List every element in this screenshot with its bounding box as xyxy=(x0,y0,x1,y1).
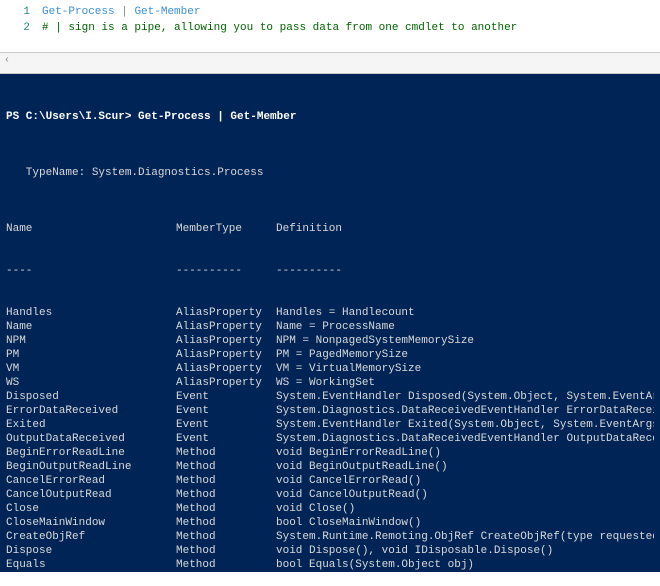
console-prompt: PS C:\Users\I.Scur> Get-Process | Get-Me… xyxy=(6,110,654,124)
powershell-console[interactable]: PS C:\Users\I.Scur> Get-Process | Get-Me… xyxy=(0,74,660,572)
member-row: PMAliasPropertyPM = PagedMemorySize xyxy=(6,348,654,362)
member-row: BeginOutputReadLineMethodvoid BeginOutpu… xyxy=(6,460,654,474)
member-type: Method xyxy=(176,488,276,502)
member-definition: void CancelErrorRead() xyxy=(276,474,654,488)
member-row: CreateObjRefMethodSystem.Runtime.Remotin… xyxy=(6,530,654,544)
editor-line[interactable]: 1Get-Process | Get-Member xyxy=(0,4,660,20)
member-definition: WS = WorkingSet xyxy=(276,376,654,390)
chevron-left-icon[interactable]: ‹ xyxy=(4,55,10,66)
member-definition: void BeginErrorReadLine() xyxy=(276,446,654,460)
script-editor[interactable]: 1Get-Process | Get-Member2# | sign is a … xyxy=(0,0,660,53)
column-headers: Name MemberType Definition xyxy=(6,222,654,236)
member-row: VMAliasPropertyVM = VirtualMemorySize xyxy=(6,362,654,376)
member-type: Method xyxy=(176,544,276,558)
member-name: Dispose xyxy=(6,544,176,558)
member-type: Method xyxy=(176,446,276,460)
member-name: Disposed xyxy=(6,390,176,404)
member-row: ErrorDataReceivedEventSystem.Diagnostics… xyxy=(6,404,654,418)
member-definition: Handles = Handlecount xyxy=(276,306,654,320)
line-content[interactable]: Get-Process | Get-Member xyxy=(42,4,200,20)
typename-header: TypeName: System.Diagnostics.Process xyxy=(6,166,654,180)
member-row: WSAliasPropertyWS = WorkingSet xyxy=(6,376,654,390)
member-definition: void Close() xyxy=(276,502,654,516)
member-name: WS xyxy=(6,376,176,390)
member-definition: NPM = NonpagedSystemMemorySize xyxy=(276,334,654,348)
member-definition: System.Diagnostics.DataReceivedEventHand… xyxy=(276,404,654,418)
member-type: AliasProperty xyxy=(176,334,276,348)
member-definition: bool Equals(System.Object obj) xyxy=(276,558,654,572)
member-type: AliasProperty xyxy=(176,376,276,390)
member-definition: System.EventHandler Exited(System.Object… xyxy=(276,418,654,432)
member-row: HandlesAliasPropertyHandles = Handlecoun… xyxy=(6,306,654,320)
member-name: CloseMainWindow xyxy=(6,516,176,530)
member-type: AliasProperty xyxy=(176,306,276,320)
member-row: CloseMethodvoid Close() xyxy=(6,502,654,516)
line-number: 1 xyxy=(0,4,42,20)
member-name: Equals xyxy=(6,558,176,572)
header-name: Name xyxy=(6,222,176,236)
member-name: PM xyxy=(6,348,176,362)
member-name: VM xyxy=(6,362,176,376)
member-name: Exited xyxy=(6,418,176,432)
member-definition: void CancelOutputRead() xyxy=(276,488,654,502)
member-type: AliasProperty xyxy=(176,362,276,376)
member-name: Close xyxy=(6,502,176,516)
member-row: CancelErrorReadMethodvoid CancelErrorRea… xyxy=(6,474,654,488)
member-definition: System.Runtime.Remoting.ObjRef CreateObj… xyxy=(276,530,654,544)
line-content[interactable]: # | sign is a pipe, allowing you to pass… xyxy=(42,20,517,36)
member-row: BeginErrorReadLineMethodvoid BeginErrorR… xyxy=(6,446,654,460)
header-definition: Definition xyxy=(276,222,654,236)
member-name: OutputDataReceived xyxy=(6,432,176,446)
member-name: Name xyxy=(6,320,176,334)
member-type: Method xyxy=(176,558,276,572)
member-definition: void BeginOutputReadLine() xyxy=(276,460,654,474)
member-definition: VM = VirtualMemorySize xyxy=(276,362,654,376)
member-type: AliasProperty xyxy=(176,320,276,334)
member-type: Method xyxy=(176,516,276,530)
member-name: BeginOutputReadLine xyxy=(6,460,176,474)
member-definition: System.Diagnostics.DataReceivedEventHand… xyxy=(276,432,654,446)
member-type: Event xyxy=(176,390,276,404)
member-definition: void Dispose(), void IDisposable.Dispose… xyxy=(276,544,654,558)
member-name: Handles xyxy=(6,306,176,320)
member-row: DisposedEventSystem.EventHandler Dispose… xyxy=(6,390,654,404)
header-membertype: MemberType xyxy=(176,222,276,236)
member-type: Method xyxy=(176,474,276,488)
member-row: EqualsMethodbool Equals(System.Object ob… xyxy=(6,558,654,572)
editor-line[interactable]: 2# | sign is a pipe, allowing you to pas… xyxy=(0,20,660,36)
member-type: Method xyxy=(176,530,276,544)
member-type: Method xyxy=(176,460,276,474)
member-row: ExitedEventSystem.EventHandler Exited(Sy… xyxy=(6,418,654,432)
member-row: CancelOutputReadMethodvoid CancelOutputR… xyxy=(6,488,654,502)
member-definition: bool CloseMainWindow() xyxy=(276,516,654,530)
member-definition: PM = PagedMemorySize xyxy=(276,348,654,362)
member-type: AliasProperty xyxy=(176,348,276,362)
member-name: CancelOutputRead xyxy=(6,488,176,502)
member-name: CancelErrorRead xyxy=(6,474,176,488)
member-row: NPMAliasPropertyNPM = NonpagedSystemMemo… xyxy=(6,334,654,348)
member-name: NPM xyxy=(6,334,176,348)
member-type: Event xyxy=(176,418,276,432)
member-definition: System.EventHandler Disposed(System.Obje… xyxy=(276,390,654,404)
line-number: 2 xyxy=(0,20,42,36)
column-dashes: ---- ---------- ---------- xyxy=(6,264,654,278)
member-definition: Name = ProcessName xyxy=(276,320,654,334)
member-name: CreateObjRef xyxy=(6,530,176,544)
member-type: Event xyxy=(176,432,276,446)
member-name: ErrorDataReceived xyxy=(6,404,176,418)
member-name: BeginErrorReadLine xyxy=(6,446,176,460)
member-row: DisposeMethodvoid Dispose(), void IDispo… xyxy=(6,544,654,558)
tab-bar: ‹ xyxy=(0,53,660,74)
member-row: NameAliasPropertyName = ProcessName xyxy=(6,320,654,334)
member-row: CloseMainWindowMethodbool CloseMainWindo… xyxy=(6,516,654,530)
member-type: Method xyxy=(176,502,276,516)
member-row: OutputDataReceivedEventSystem.Diagnostic… xyxy=(6,432,654,446)
member-type: Event xyxy=(176,404,276,418)
